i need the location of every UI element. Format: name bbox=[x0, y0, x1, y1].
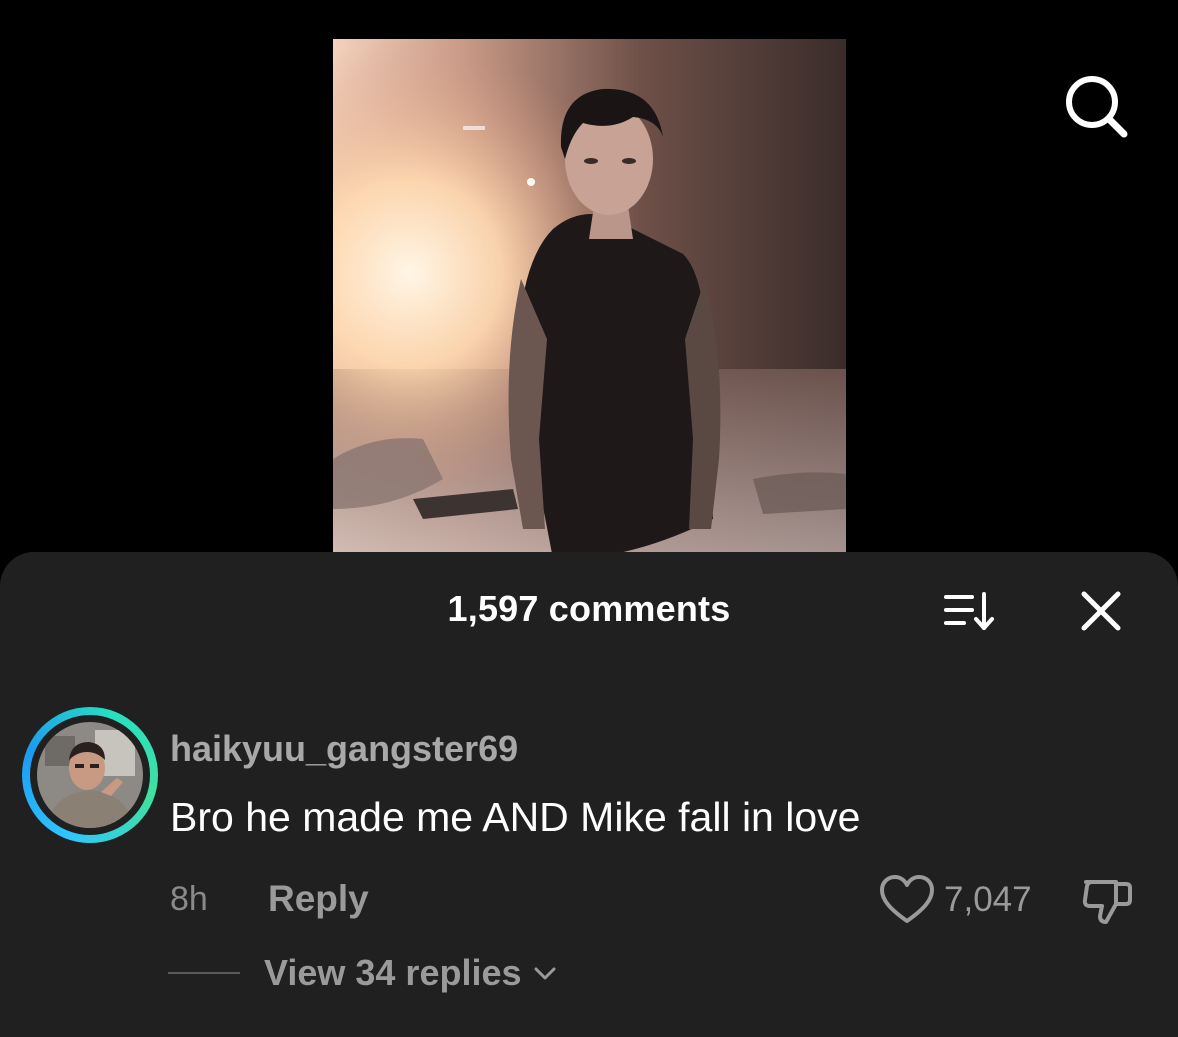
comment-text: Bro he made me AND Mike fall in love bbox=[170, 794, 861, 840]
search-icon bbox=[1066, 76, 1128, 138]
avatar-image bbox=[37, 722, 143, 828]
chevron-down-icon bbox=[534, 967, 556, 980]
video-frame[interactable] bbox=[333, 39, 846, 559]
view-replies-label: View 34 replies bbox=[264, 952, 522, 993]
video-still-image bbox=[333, 39, 846, 559]
avatar-photo bbox=[37, 722, 143, 828]
close-icon bbox=[1081, 591, 1121, 631]
comment-username[interactable]: haikyuu_gangster69 bbox=[170, 728, 518, 770]
comment-timestamp: 8h bbox=[170, 880, 208, 918]
sort-icon bbox=[944, 592, 994, 630]
close-button[interactable] bbox=[1074, 588, 1128, 636]
replies-divider bbox=[168, 972, 240, 974]
search-button[interactable] bbox=[1060, 70, 1132, 142]
comments-sheet: 1,597 comments haikyuu_gangster69 Bro he… bbox=[0, 552, 1178, 1037]
thumbs-down-icon bbox=[1082, 880, 1132, 924]
heart-icon bbox=[880, 875, 934, 923]
sort-button[interactable] bbox=[940, 588, 1000, 636]
comments-count-title: 1,597 comments bbox=[447, 588, 731, 629]
dislike-button[interactable] bbox=[1078, 872, 1138, 928]
avatar[interactable] bbox=[22, 707, 158, 843]
avatar-ring-gap bbox=[30, 715, 150, 835]
reply-button[interactable]: Reply bbox=[268, 878, 369, 920]
like-button[interactable] bbox=[876, 872, 938, 928]
app-screen: 1,597 comments haikyuu_gangster69 Bro he… bbox=[0, 0, 1178, 1037]
like-count: 7,047 bbox=[944, 880, 1032, 919]
view-replies-button[interactable]: View 34 replies bbox=[264, 952, 558, 994]
comment-item: haikyuu_gangster69 Bro he made me AND Mi… bbox=[0, 702, 1178, 994]
